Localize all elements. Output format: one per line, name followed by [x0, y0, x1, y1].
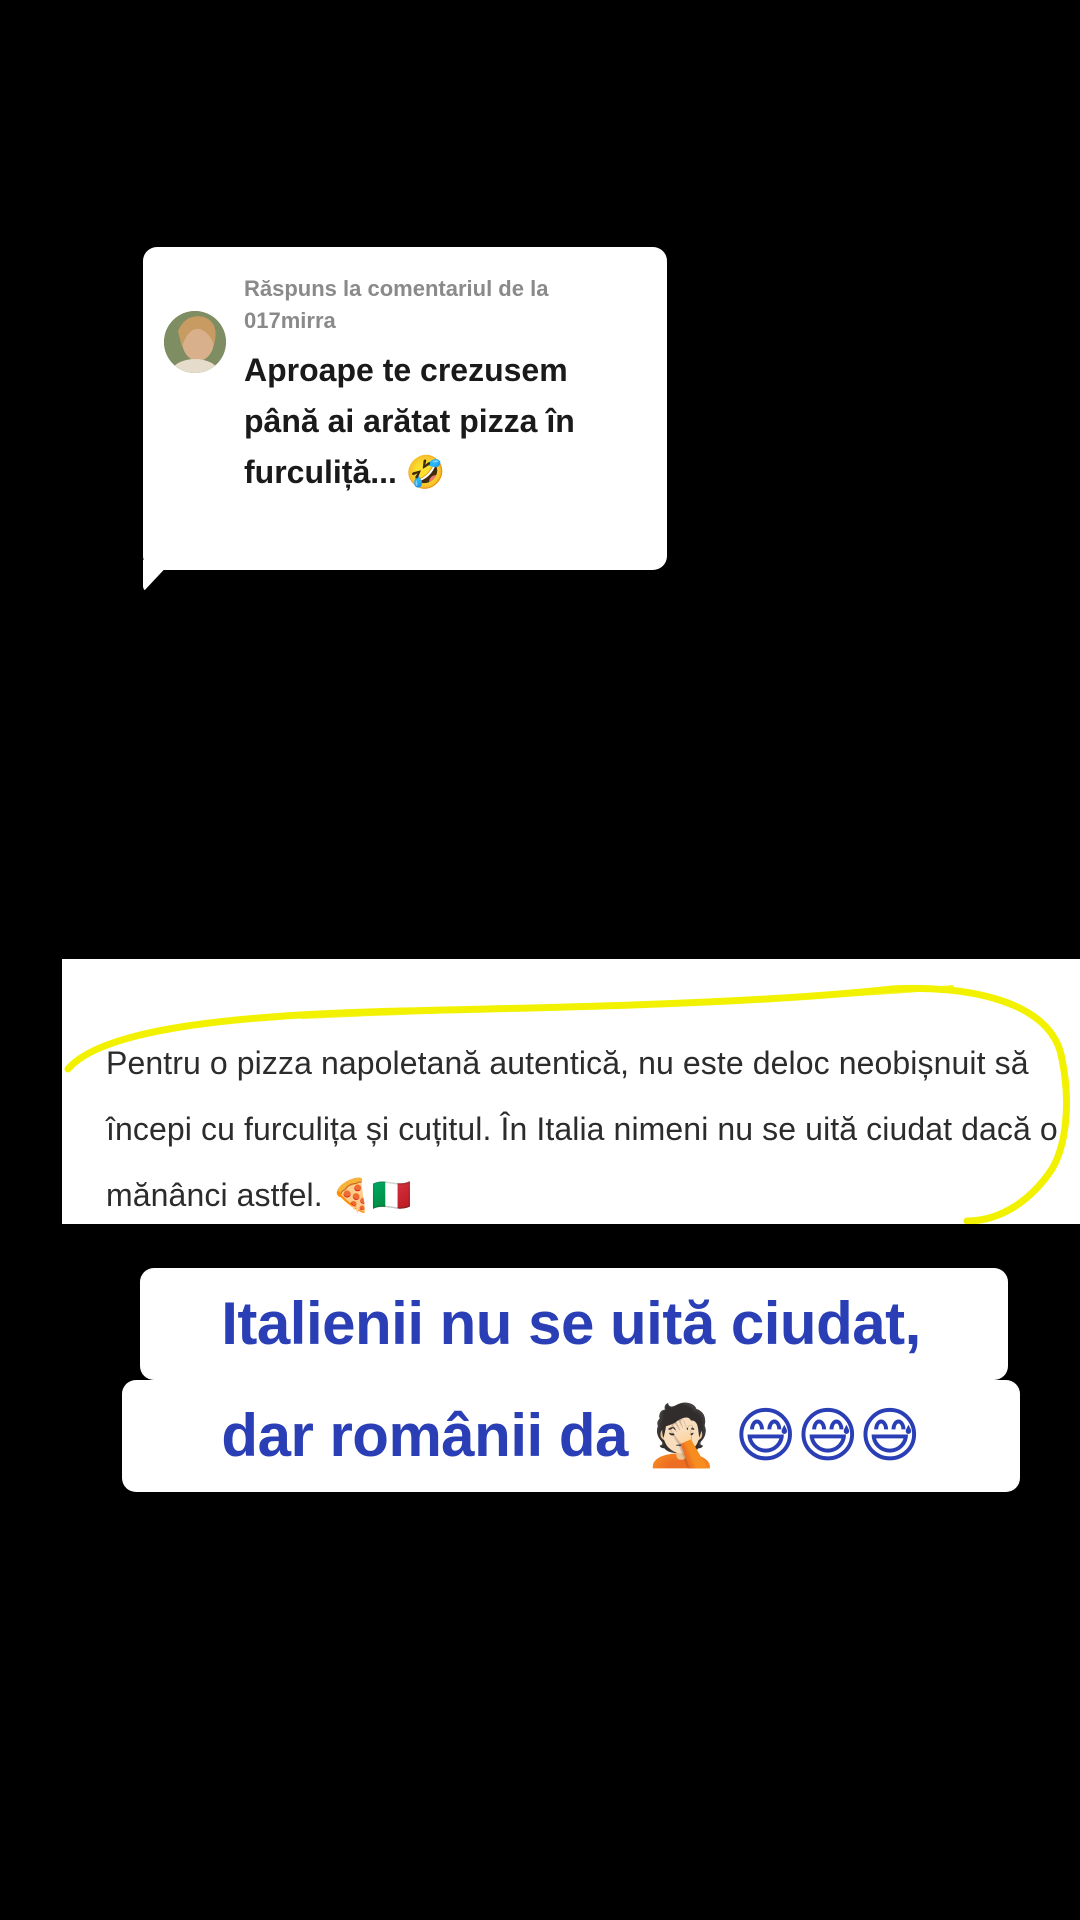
- excerpt-text: Pentru o pizza napoletană autentică, nu …: [106, 1045, 1058, 1213]
- caption: Italienii nu se uită ciudat, dar românii…: [122, 1268, 1020, 1492]
- caption-line-2: dar românii da 🤦🏻 😅😅😅: [221, 1402, 921, 1469]
- caption-line-1: Italienii nu se uită ciudat,: [221, 1290, 921, 1357]
- reply-comment-text: Aproape te crezusem până ai arătat pizza…: [244, 352, 575, 490]
- reply-meta-label: Răspuns la comentariul de la 017mirra: [244, 276, 549, 333]
- avatar[interactable]: [164, 311, 226, 373]
- reply-card-tail: [143, 560, 173, 592]
- user-avatar-icon: [164, 311, 226, 373]
